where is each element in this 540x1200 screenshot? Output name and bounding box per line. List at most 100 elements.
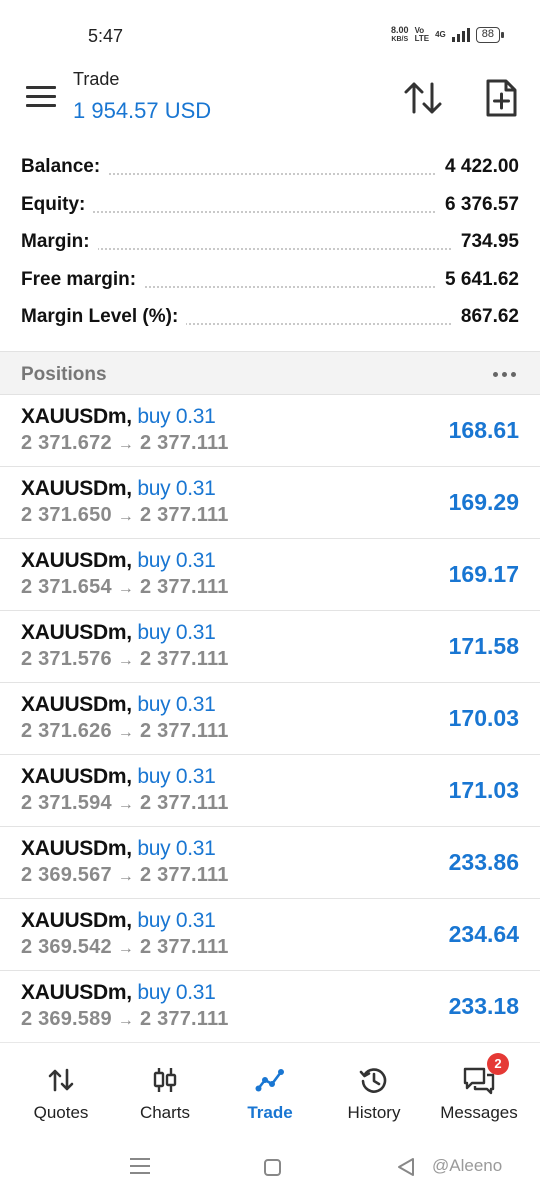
arrow-right-icon: → — [117, 652, 134, 669]
nav-label: Trade — [247, 1103, 293, 1122]
nav-history[interactable]: History — [320, 1043, 428, 1141]
open-price: 2 371.626 — [21, 720, 112, 742]
position-row[interactable]: XAUUSDm, buy 0.31 2 371.576 → 2 377.111 17… — [0, 611, 540, 683]
signal-icon — [451, 28, 470, 42]
nav-label: Quotes — [33, 1103, 89, 1122]
summary-row-margin: Margin: 734.95 — [0, 225, 540, 263]
position-row[interactable]: XAUUSDm, buy 0.31 2 371.654 → 2 377.111 16… — [0, 539, 540, 611]
current-price: 2 377.111 — [139, 936, 229, 958]
home-icon[interactable] — [264, 1159, 281, 1176]
positions-section-header: Positions — [0, 351, 540, 395]
current-price: 2 377.111 — [139, 648, 229, 670]
position-profit: 234.64 — [448, 921, 519, 947]
position-row[interactable]: XAUUSDm, buy 0.31 2 369.589 → 2 377.111 23… — [0, 971, 540, 1043]
volte-indicator: Vo LTE — [414, 26, 430, 43]
position-side: buy 0.31 — [137, 405, 216, 428]
position-row[interactable]: XAUUSDm, buy 0.31 2 371.650 → 2 377.111 16… — [0, 467, 540, 539]
candlestick-icon — [153, 1068, 177, 1092]
summary-value: 5 641.62 — [437, 268, 519, 291]
nav-trade[interactable]: Trade — [216, 1043, 324, 1141]
position-symbol: XAUUSDm, — [21, 837, 132, 860]
history-clock-icon — [359, 1068, 387, 1093]
open-price: 2 371.654 — [21, 576, 112, 598]
arrow-right-icon: → — [117, 508, 134, 525]
back-icon[interactable] — [396, 1156, 416, 1178]
arrow-right-icon: → — [117, 940, 134, 957]
arrow-right-icon: → — [117, 436, 134, 453]
position-profit: 171.58 — [448, 633, 519, 659]
current-price: 2 377.111 — [139, 864, 229, 886]
open-price: 2 371.650 — [21, 504, 112, 526]
hamburger-menu-icon[interactable] — [26, 86, 56, 108]
bottom-navigation: Quotes Charts Trade History 2 Messages — [0, 1042, 540, 1140]
current-price: 2 377.111 — [139, 504, 229, 526]
header-balance: 1 954.57 USD — [73, 98, 212, 123]
positions-title: Positions — [21, 364, 107, 385]
more-dots-icon[interactable] — [493, 372, 516, 377]
arrow-right-icon: → — [117, 868, 134, 885]
status-bar: 5:47 8.00 KB/S Vo LTE 4G 88 — [0, 0, 540, 64]
position-symbol: XAUUSDm, — [21, 477, 132, 500]
position-side: buy 0.31 — [137, 549, 216, 572]
open-price: 2 369.567 — [21, 864, 112, 886]
summary-row-free-margin: Free margin: 5 641.62 — [0, 263, 540, 301]
trade-line-icon — [255, 1069, 284, 1092]
position-row[interactable]: XAUUSDm, buy 0.31 2 369.567 → 2 377.111 23… — [0, 827, 540, 899]
summary-value: 4 422.00 — [437, 156, 519, 178]
open-price: 2 371.672 — [21, 432, 112, 454]
status-time: 5:47 — [88, 26, 124, 46]
position-side: buy 0.31 — [137, 981, 216, 1004]
nav-label: Messages — [440, 1103, 518, 1122]
position-symbol: XAUUSDm, — [21, 405, 132, 428]
position-side: buy 0.31 — [137, 837, 216, 860]
summary-row-margin-level: Margin Level (%): 867.62 — [0, 300, 540, 338]
position-side: buy 0.31 — [137, 909, 216, 932]
network-speed: 8.00 KB/S — [391, 25, 409, 44]
recent-apps-icon[interactable] — [130, 1158, 150, 1179]
position-symbol: XAUUSDm, — [21, 765, 132, 788]
battery-icon: 88 — [475, 27, 505, 43]
page-title: Trade — [73, 69, 120, 89]
position-symbol: XAUUSDm, — [21, 621, 132, 644]
network-type: 4G — [435, 30, 446, 39]
current-price: 2 377.111 — [139, 1008, 229, 1030]
current-price: 2 377.111 — [139, 720, 229, 742]
position-row[interactable]: XAUUSDm, buy 0.31 2 371.626 → 2 377.111 17… — [0, 683, 540, 755]
open-price: 2 371.594 — [21, 792, 112, 814]
position-row[interactable]: XAUUSDm, buy 0.31 2 369.542 → 2 377.111 23… — [0, 899, 540, 971]
position-side: buy 0.31 — [137, 765, 216, 788]
summary-label: Margin Level (%): — [21, 306, 187, 328]
position-profit: 169.17 — [448, 561, 519, 587]
summary-row-balance: Balance: 4 422.00 — [0, 150, 540, 188]
add-document-icon[interactable] — [482, 78, 520, 118]
current-price: 2 377.111 — [139, 432, 229, 454]
position-side: buy 0.31 — [137, 477, 216, 500]
position-symbol: XAUUSDm, — [21, 549, 132, 572]
nav-quotes[interactable]: Quotes — [7, 1043, 115, 1141]
arrow-right-icon: → — [117, 796, 134, 813]
summary-label: Free margin: — [21, 268, 145, 291]
position-row[interactable]: XAUUSDm, buy 0.31 2 371.594 → 2 377.111 17… — [0, 755, 540, 827]
nav-messages[interactable]: 2 Messages — [425, 1043, 533, 1141]
position-symbol: XAUUSDm, — [21, 693, 132, 716]
position-profit: 171.03 — [448, 777, 519, 803]
arrow-right-icon: → — [117, 1012, 134, 1029]
position-symbol: XAUUSDm, — [21, 909, 132, 932]
nav-label: Charts — [139, 1103, 191, 1122]
open-price: 2 371.576 — [21, 648, 112, 670]
sort-arrows-icon[interactable] — [402, 78, 444, 118]
position-row[interactable]: XAUUSDm, buy 0.31 2 371.672 → 2 377.111 16… — [0, 395, 540, 467]
summary-value: 867.62 — [452, 306, 519, 328]
positions-list: XAUUSDm, buy 0.31 2 371.672 → 2 377.111 16… — [0, 395, 540, 1043]
summary-row-equity: Equity: 6 376.57 — [0, 188, 540, 226]
summary-label: Balance: — [21, 156, 109, 178]
account-summary: Balance: 4 422.00 Equity: 6 376.57 Margi… — [0, 150, 540, 338]
nav-label: History — [347, 1103, 401, 1122]
summary-value: 734.95 — [452, 231, 519, 253]
system-navigation-bar: @Aleeno — [0, 1140, 540, 1200]
position-side: buy 0.31 — [137, 693, 216, 716]
current-price: 2 377.111 — [139, 792, 229, 814]
position-side: buy 0.31 — [137, 621, 216, 644]
arrow-right-icon: → — [117, 580, 134, 597]
nav-charts[interactable]: Charts — [111, 1043, 219, 1141]
